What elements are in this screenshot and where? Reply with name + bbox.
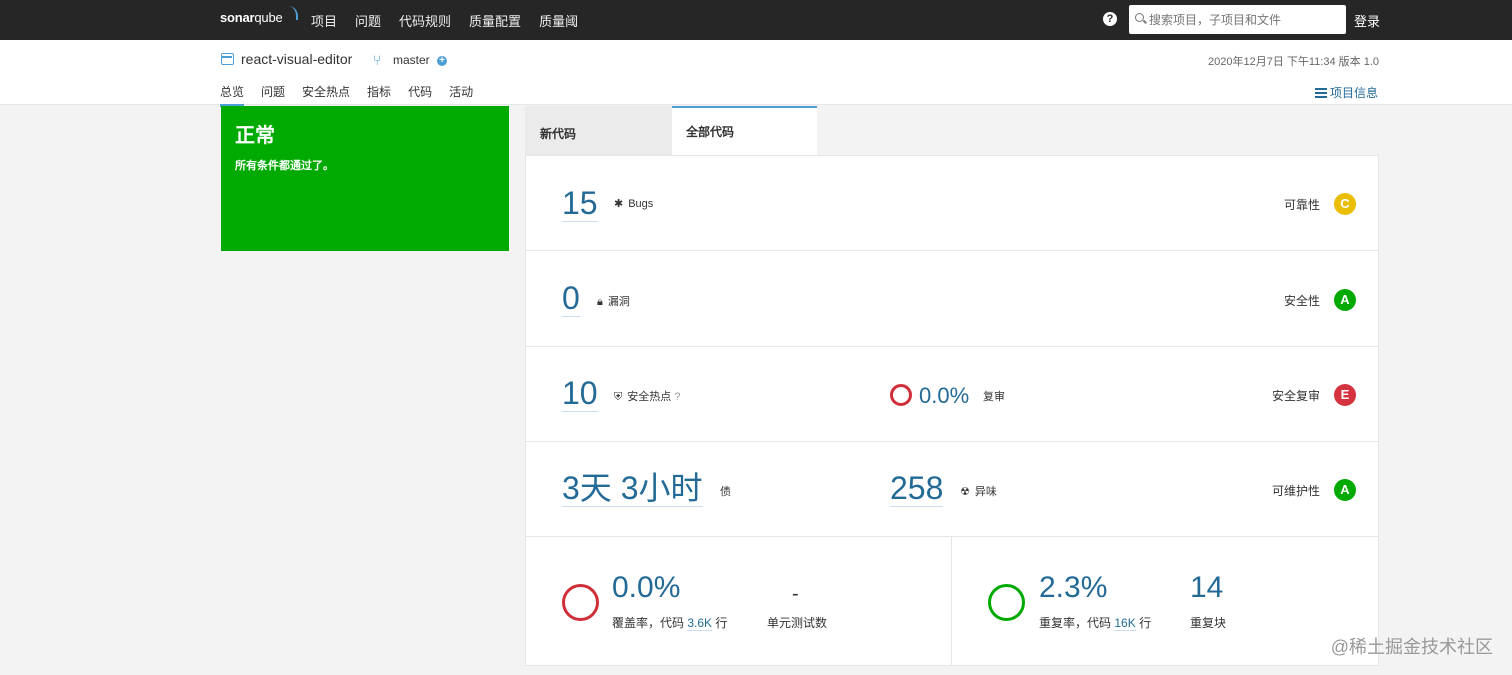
duplications-label-prefix: 重复率，代码 bbox=[1039, 616, 1112, 630]
branch-name[interactable]: master bbox=[393, 53, 430, 67]
nav-issues[interactable]: 问题 bbox=[355, 11, 381, 30]
duplications-block: 2.3% 重复率，代码 16K 行 14 重复块 bbox=[953, 537, 1378, 666]
quality-gate-status: 正常 所有条件都通过了。 bbox=[221, 106, 509, 251]
code-smells-value[interactable]: 258 bbox=[890, 470, 944, 507]
tab-measures[interactable]: 指标 bbox=[367, 83, 391, 107]
security-rating[interactable]: A bbox=[1334, 289, 1356, 311]
watermark: @稀土掘金技术社区 bbox=[1330, 637, 1493, 657]
measures-panel: 15 ✱ Bugs 可靠性 C 0 🔒︎ 漏洞 安全性 A 10 ⛨ 安全热点 ? 0… bbox=[525, 155, 1379, 666]
hotspots-help-icon[interactable]: ? bbox=[674, 391, 680, 403]
bugs-label-wrap: ✱ Bugs bbox=[614, 197, 653, 210]
tab-new-code-label: 新代码 bbox=[540, 127, 577, 141]
coverage-sub: 覆盖率，代码 3.6K 行 bbox=[612, 614, 727, 631]
bugs-value[interactable]: 15 bbox=[562, 185, 598, 222]
nav-projects[interactable]: 项目 bbox=[311, 11, 337, 30]
maintainability-rating[interactable]: A bbox=[1334, 479, 1356, 501]
login-link[interactable]: 登录 bbox=[1354, 11, 1380, 30]
reliability-label: 可靠性 bbox=[1283, 198, 1320, 212]
gate-status-description: 所有条件都通过了。 bbox=[235, 160, 334, 172]
logo-wave-icon bbox=[286, 6, 298, 20]
coverage-duplications-row: 0.0% 覆盖率，代码 3.6K 行 - 单元测试数 2.3% 重复率，代码 1… bbox=[526, 537, 1378, 666]
logo-main-text: sonar bbox=[220, 10, 255, 25]
nav-rules[interactable]: 代码规则 bbox=[399, 11, 451, 30]
code-smells-label: 异味 bbox=[974, 486, 997, 498]
coverage-label-prefix: 覆盖率，代码 bbox=[612, 616, 685, 630]
project-tabs: 总览 问题 安全热点 指标 代码 活动 bbox=[220, 83, 490, 107]
debt-label: 债 bbox=[720, 486, 731, 498]
unit-tests-label: 单元测试数 bbox=[767, 616, 828, 630]
tab-hotspots[interactable]: 安全热点 bbox=[302, 83, 350, 107]
project-header: react-visual-editor ⑂ master + 2020年12月7… bbox=[0, 40, 1512, 107]
review-ring-icon bbox=[890, 384, 912, 406]
search-icon bbox=[1135, 13, 1144, 22]
duplicated-blocks-label: 重复块 bbox=[1190, 616, 1227, 630]
coverage-ring-icon bbox=[562, 584, 599, 621]
gate-status-title: 正常 bbox=[235, 125, 275, 147]
nav-quality-profiles[interactable]: 质量配置 bbox=[469, 11, 521, 30]
security-review-rating[interactable]: E bbox=[1334, 384, 1356, 406]
search-input[interactable] bbox=[1149, 10, 1339, 29]
coverage-block: 0.0% 覆盖率，代码 3.6K 行 - 单元测试数 bbox=[526, 537, 952, 666]
bugs-label: Bugs bbox=[628, 198, 654, 210]
project-info-label: 项目信息 bbox=[1330, 86, 1379, 100]
vulnerabilities-label: 漏洞 bbox=[607, 296, 630, 308]
vulnerabilities-value[interactable]: 0 bbox=[562, 280, 580, 317]
branch-icon: ⑂ bbox=[373, 52, 382, 68]
analysis-meta: 2020年12月7日 下午11:34 版本 1.0 bbox=[1208, 56, 1379, 68]
hotspots-reviewed-value[interactable]: 0.0% bbox=[919, 379, 969, 413]
lock-icon: 🔒︎ bbox=[597, 296, 603, 308]
logo-sub-text: qube bbox=[254, 10, 283, 25]
security-label: 安全性 bbox=[1283, 294, 1320, 308]
main-nav: 项目 问题 代码规则 质量配置 质量阈 bbox=[311, 0, 596, 40]
vulnerabilities-label-wrap: 🔒︎ 漏洞 bbox=[597, 293, 630, 309]
duplications-lines-link[interactable]: 16K bbox=[1114, 616, 1136, 631]
hotspots-label-wrap: ⛨ 安全热点 ? bbox=[614, 388, 680, 404]
maintainability-label: 可维护性 bbox=[1271, 484, 1320, 498]
duplication-ring-icon bbox=[988, 584, 1025, 621]
debt-value[interactable]: 3天 3小时 bbox=[562, 470, 703, 507]
nav-quality-gates[interactable]: 质量阈 bbox=[539, 11, 578, 30]
hotspots-label: 安全热点 bbox=[627, 391, 672, 403]
coverage-value[interactable]: 0.0% bbox=[612, 571, 680, 605]
sonarqube-logo[interactable]: sonarqube bbox=[220, 6, 298, 25]
unit-tests-value: - bbox=[792, 583, 799, 605]
help-icon[interactable]: ? bbox=[1103, 12, 1117, 26]
maintainability-row: 3天 3小时 债 258 ☢ 异味 可维护性 A bbox=[526, 442, 1378, 537]
tab-activity[interactable]: 活动 bbox=[449, 83, 473, 107]
tab-new-code[interactable]: 新代码 bbox=[525, 106, 672, 156]
tab-overview[interactable]: 总览 bbox=[220, 83, 245, 107]
bug-icon: ✱ bbox=[614, 198, 624, 210]
duplications-label-suffix: 行 bbox=[1139, 616, 1152, 630]
code-smells-label-wrap: ☢ 异味 bbox=[960, 483, 997, 499]
tab-code[interactable]: 代码 bbox=[408, 83, 432, 107]
hotspots-reviewed-label: 复审 bbox=[983, 391, 1005, 403]
list-icon bbox=[1315, 88, 1327, 98]
vulnerabilities-row: 0 🔒︎ 漏洞 安全性 A bbox=[526, 252, 1378, 347]
top-navbar: sonarqube 项目 问题 代码规则 质量配置 质量阈 ? 登录 bbox=[0, 0, 1512, 40]
tab-issues[interactable]: 问题 bbox=[261, 83, 285, 107]
shield-icon: ⛨ bbox=[614, 391, 623, 403]
code-smell-icon: ☢ bbox=[960, 486, 970, 498]
reliability-rating[interactable]: C bbox=[1334, 193, 1356, 215]
branch-info-icon[interactable]: + bbox=[437, 56, 447, 66]
duplications-sub: 重复率，代码 16K 行 bbox=[1039, 614, 1151, 631]
project-name[interactable]: react-visual-editor bbox=[241, 51, 352, 67]
coverage-lines-link[interactable]: 3.6K bbox=[687, 616, 713, 631]
coverage-label-suffix: 行 bbox=[715, 616, 728, 630]
bugs-row: 15 ✱ Bugs 可靠性 C bbox=[526, 156, 1378, 251]
security-review-label: 安全复审 bbox=[1271, 389, 1320, 403]
hotspots-row: 10 ⛨ 安全热点 ? 0.0% 复审 安全复审 E bbox=[526, 347, 1378, 442]
project-icon bbox=[221, 53, 234, 65]
hotspots-value[interactable]: 10 bbox=[562, 375, 598, 412]
duplicated-blocks-value[interactable]: 14 bbox=[1190, 571, 1223, 605]
tab-overall-code-label: 全部代码 bbox=[686, 125, 735, 139]
duplications-value[interactable]: 2.3% bbox=[1039, 571, 1107, 605]
search-box bbox=[1129, 5, 1346, 34]
project-info-link[interactable]: 项目信息 bbox=[1315, 84, 1378, 101]
tab-overall-code[interactable]: 全部代码 bbox=[672, 106, 817, 156]
